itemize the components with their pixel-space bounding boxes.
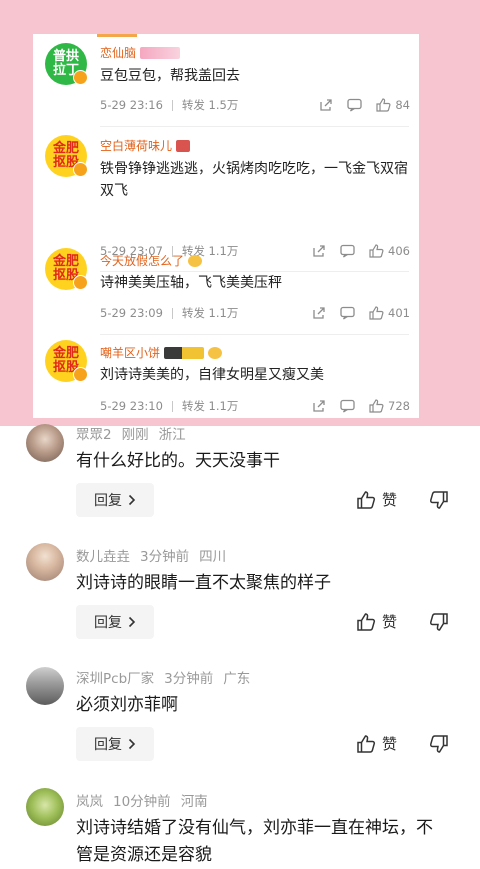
- like-count: 406: [369, 244, 410, 258]
- tab-indicator: [97, 34, 137, 37]
- divider: [100, 334, 409, 335]
- avatar[interactable]: [26, 543, 64, 581]
- comment-text: 必须刘亦菲啊: [76, 695, 178, 715]
- comment-icon: [340, 306, 355, 320]
- comment-icon: [347, 98, 363, 112]
- comment-text: 刘诗诗结婚了没有仙气，刘亦菲一直在神坛，不管是资源还是容貌: [76, 818, 433, 865]
- comment-meta: 眾眾2 刚刚 浙江: [76, 423, 186, 443]
- weibo-comment-text: 铁骨铮铮逃逃逃，火锅烤肉吃吃吃，一飞金飞双宿双飞: [100, 161, 408, 199]
- comment-time: 3分钟前: [164, 671, 214, 687]
- comment-meta: 深圳Pcb厂家 3分钟前 广东: [76, 667, 250, 687]
- thumbs-up-icon: [369, 306, 384, 320]
- comment-text: 刘诗诗的眼睛一直不太聚焦的样子: [76, 573, 331, 593]
- thumbs-up-icon: [376, 98, 391, 112]
- like-count: 401: [369, 306, 410, 320]
- share-icon: [312, 244, 326, 258]
- avatar[interactable]: [26, 667, 64, 705]
- reply-button[interactable]: 回复: [76, 727, 154, 761]
- weibo-username: 恋仙脑: [100, 44, 181, 61]
- thumbs-up-icon: [357, 734, 376, 753]
- emoji-badge-icon: [188, 255, 203, 267]
- comment-location: 浙江: [158, 427, 186, 443]
- embedded-weibo-screenshot[interactable]: 普拱拉丁 恋仙脑 豆包豆包，帮我盖回去 5-29 23:16 转发 1.5万 84…: [33, 34, 419, 418]
- weibo-meta-row: 5-29 23:16 转发 1.5万 84: [100, 98, 410, 112]
- comment-location: 广东: [223, 671, 251, 687]
- verified-badge-icon: [73, 162, 88, 177]
- weibo-meta-row: 5-29 23:09 转发 1.1万 401: [100, 306, 410, 320]
- thumbs-up-icon: [369, 399, 384, 413]
- like-button[interactable]: 赞: [356, 489, 397, 510]
- reply-button[interactable]: 回复: [76, 483, 154, 517]
- chevron-right-icon: [128, 616, 136, 628]
- chevron-right-icon: [128, 738, 136, 750]
- emoji-badge-icon: [208, 347, 223, 359]
- comment-time: 3分钟前: [140, 549, 190, 565]
- comment-meta: 数儿垚垚 3分钟前 四川: [76, 545, 226, 565]
- comment-time: 10分钟前: [113, 794, 171, 810]
- comment-icon: [340, 399, 355, 413]
- verified-badge-icon: [73, 70, 88, 85]
- reply-button[interactable]: 回复: [76, 605, 154, 639]
- weibo-username: 嘲羊区小饼: [100, 344, 223, 361]
- member-badge-icon: [140, 47, 181, 59]
- comment-username[interactable]: 眾眾2: [76, 427, 112, 443]
- comment-meta: 岚岚 10分钟前 河南: [76, 790, 208, 810]
- weibo-comment-text: 刘诗诗美美的，自律女明星又瘦又美: [100, 367, 324, 383]
- avatar[interactable]: [26, 788, 64, 826]
- comment-text: 有什么好比的。天天没事干: [76, 451, 280, 471]
- comment-location: 河南: [180, 794, 208, 810]
- weibo-comment-text: 诗神美美压轴，飞飞美美压秤: [100, 275, 282, 291]
- like-count: 84: [376, 98, 410, 112]
- verified-badge-icon: [73, 367, 88, 382]
- thumbs-up-icon: [369, 244, 384, 258]
- divider: [100, 126, 409, 127]
- thumbs-down-icon[interactable]: [429, 734, 449, 754]
- weibo-meta-row: 5-29 23:10 转发 1.1万 728: [100, 399, 410, 413]
- share-icon: [319, 98, 333, 112]
- comment-time: 刚刚: [121, 427, 149, 443]
- comment-username[interactable]: 岚岚: [76, 794, 103, 810]
- embedded-image-area: 普拱拉丁 恋仙脑 豆包豆包，帮我盖回去 5-29 23:16 转发 1.5万 84…: [0, 0, 480, 426]
- share-icon: [312, 399, 326, 413]
- vip-badge-icon: [164, 347, 205, 359]
- verified-badge-icon: [73, 275, 88, 290]
- hourglass-badge-icon: [176, 140, 191, 152]
- like-count: 728: [369, 399, 410, 413]
- weibo-username: 今天放假怎么了: [100, 252, 203, 269]
- avatar[interactable]: [26, 424, 64, 462]
- like-button[interactable]: 赞: [356, 733, 397, 754]
- like-button[interactable]: 赞: [356, 611, 397, 632]
- comment-username[interactable]: 数儿垚垚: [76, 549, 130, 565]
- comment-username[interactable]: 深圳Pcb厂家: [76, 671, 154, 687]
- thumbs-up-icon: [357, 612, 376, 631]
- chevron-right-icon: [128, 494, 136, 506]
- share-icon: [312, 306, 326, 320]
- comment-icon: [340, 244, 355, 258]
- thumbs-down-icon[interactable]: [429, 612, 449, 632]
- thumbs-up-icon: [357, 490, 376, 509]
- weibo-comment-text: 豆包豆包，帮我盖回去: [100, 68, 240, 84]
- weibo-username: 空白薄荷味儿: [100, 137, 191, 154]
- comment-location: 四川: [199, 549, 227, 565]
- thumbs-down-icon[interactable]: [429, 490, 449, 510]
